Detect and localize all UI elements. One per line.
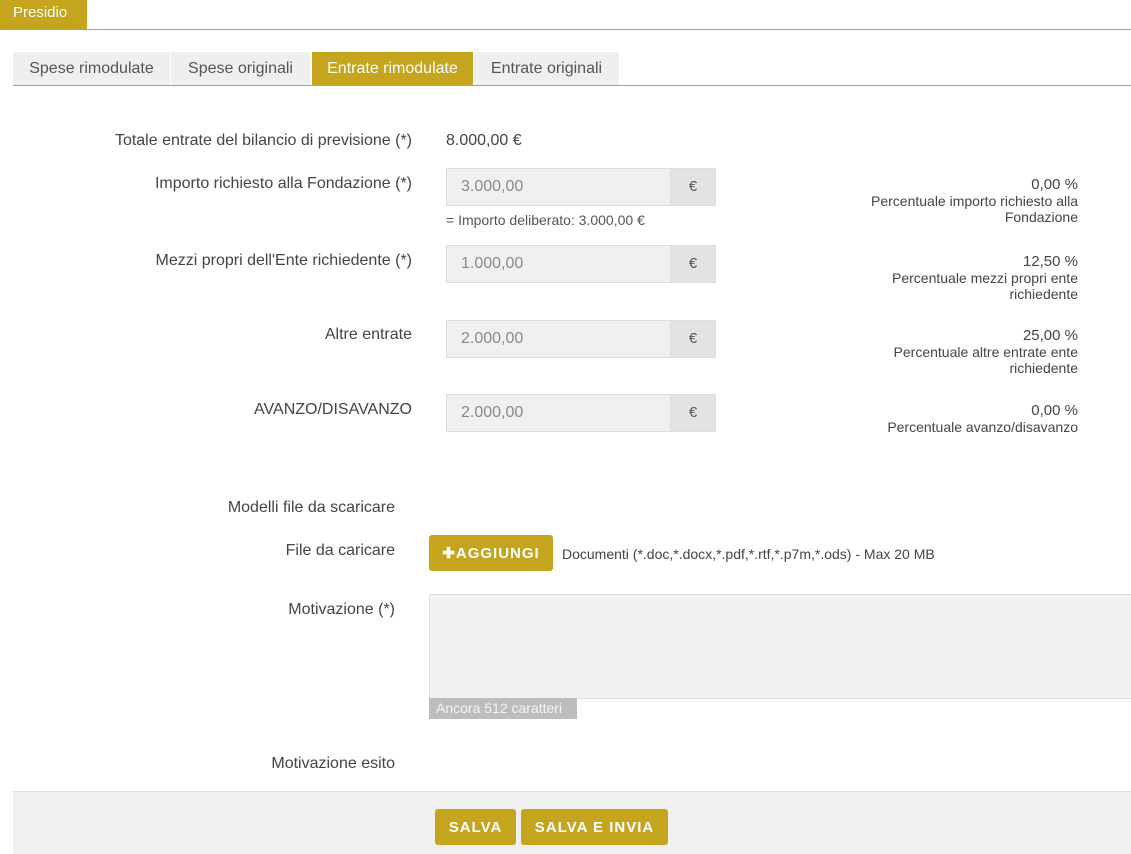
aggiungi-button[interactable]: ✚AGGIUNGI bbox=[429, 535, 553, 571]
motivazione-textarea[interactable] bbox=[429, 594, 1131, 699]
mezzi-pct-value: 12,50 % bbox=[1022, 253, 1078, 270]
mezzi-label: Mezzi propri dell'Ente richiedente (*) bbox=[155, 252, 413, 269]
avanzo-pct-value: 0,00 % bbox=[1031, 402, 1078, 419]
upload-label: File da caricare bbox=[285, 542, 395, 559]
euro-addon: € bbox=[670, 321, 715, 357]
altre-percentuale: 25,00 % Percentuale altre entrate ente r… bbox=[858, 327, 1078, 376]
save-button[interactable]: SALVA bbox=[435, 809, 516, 845]
euro-addon: € bbox=[670, 395, 715, 431]
mezzi-pct-label: Percentuale mezzi propri ente richiedent… bbox=[892, 270, 1078, 302]
mezzi-percentuale: 12,50 % Percentuale mezzi propri ente ri… bbox=[858, 253, 1078, 302]
avanzo-percentuale: 0,00 % Percentuale avanzo/disavanzo bbox=[818, 402, 1078, 435]
importo-input[interactable] bbox=[447, 169, 671, 205]
top-bar: Presidio bbox=[0, 0, 1131, 30]
importo-deliberato-hint: = Importo deliberato: 3.000,00 € bbox=[446, 212, 645, 228]
importo-percentuale: 0,00 % Percentuale importo richiesto all… bbox=[818, 176, 1078, 225]
mezzi-input[interactable] bbox=[447, 246, 671, 282]
altre-pct-value: 25,00 % bbox=[1022, 327, 1078, 344]
tab-spese-originali[interactable]: Spese originali bbox=[171, 52, 310, 85]
euro-addon: € bbox=[670, 169, 715, 205]
avanzo-field: € bbox=[446, 394, 716, 432]
tab-bar: Spese rimodulate Spese originali Entrate… bbox=[13, 52, 1131, 86]
file-types-note: Documenti (*.doc,*.docx,*.pdf,*.rtf,*.p7… bbox=[562, 546, 935, 562]
avanzo-pct-label: Percentuale avanzo/disavanzo bbox=[887, 419, 1078, 435]
avanzo-label: AVANZO/DISAVANZO bbox=[254, 401, 412, 418]
importo-label: Importo richiesto alla Fondazione (*) bbox=[154, 175, 412, 192]
totale-label: Totale entrate del bilancio di prevision… bbox=[114, 132, 412, 149]
modelli-label: Modelli file da scaricare bbox=[227, 499, 395, 516]
altre-field: € bbox=[446, 320, 716, 358]
altre-label: Altre entrate bbox=[324, 326, 412, 343]
importo-field: € bbox=[446, 168, 716, 206]
avanzo-input[interactable] bbox=[447, 395, 671, 431]
euro-addon: € bbox=[670, 246, 715, 282]
tab-spese-rimodulate[interactable]: Spese rimodulate bbox=[13, 52, 170, 85]
importo-pct-label: Percentuale importo richiesto alla Fonda… bbox=[871, 193, 1078, 225]
importo-pct-value: 0,00 % bbox=[1031, 176, 1078, 193]
char-counter: Ancora 512 caratteri bbox=[429, 698, 577, 719]
header-tab-presidio[interactable]: Presidio bbox=[0, 0, 87, 30]
tab-entrate-originali[interactable]: Entrate originali bbox=[474, 52, 619, 85]
altre-input[interactable] bbox=[447, 321, 671, 357]
tab-entrate-rimodulate[interactable]: Entrate rimodulate bbox=[312, 52, 473, 85]
mezzi-field: € bbox=[446, 245, 716, 283]
totale-value: 8.000,00 € bbox=[446, 132, 522, 149]
save-and-send-button[interactable]: SALVA E INVIA bbox=[521, 809, 668, 845]
motivazione-label: Motivazione (*) bbox=[288, 601, 395, 618]
motivazione-esito-label: Motivazione esito bbox=[271, 755, 395, 772]
altre-pct-label: Percentuale altre entrate ente richieden… bbox=[893, 344, 1078, 376]
